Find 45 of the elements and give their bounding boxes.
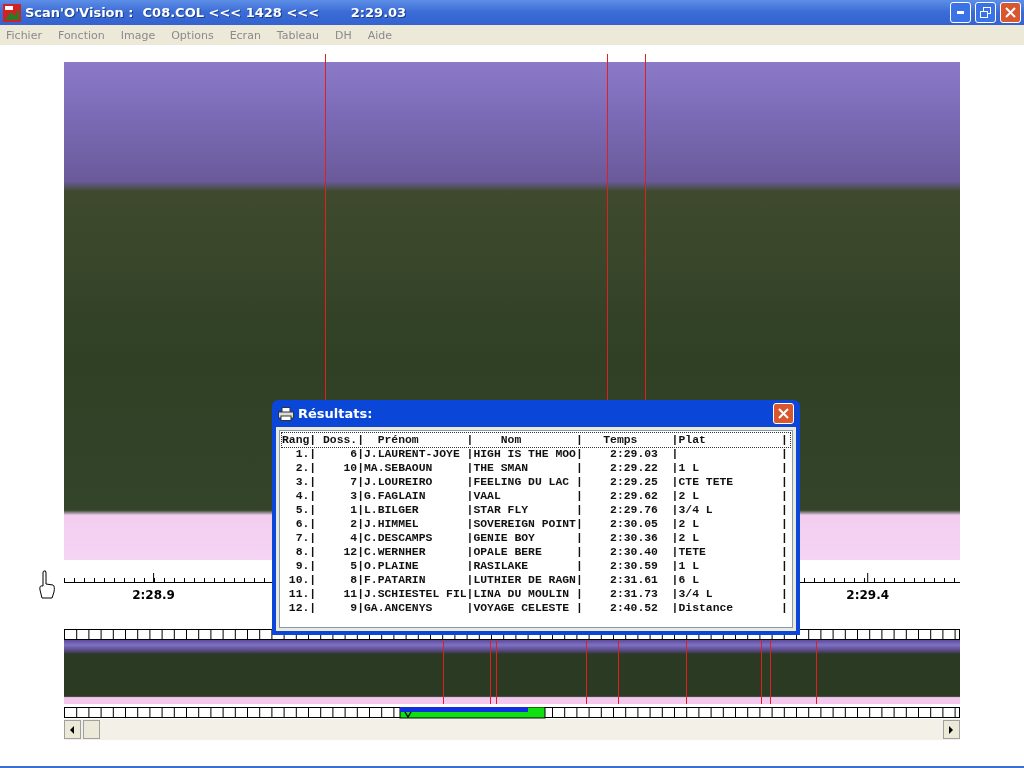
horizontal-scrollbar[interactable] [64, 719, 960, 740]
minimize-button[interactable] [950, 2, 971, 23]
results-row[interactable]: 2.| 10|MA.SEBAOUN |THE SMAN | 2:29.22 |1 L | [282, 461, 790, 475]
right-arrow-icon [949, 725, 954, 734]
results-row[interactable]: 3.| 7|J.LOUREIRO |FEELING DU LAC | 2:29.25 |CTE TETE | [282, 475, 790, 489]
scroll-left-button[interactable] [64, 720, 81, 739]
results-row[interactable]: 9.| 5|O.PLAINE |RASILAKE | 2:30.59 |1 L | [282, 559, 790, 573]
finish-marker-line [586, 640, 587, 704]
close-button[interactable] [1000, 2, 1021, 23]
finish-marker-line [496, 640, 497, 704]
results-row[interactable]: 10.| 8|F.PATARIN |LUTHIER DE RAGN| 2:31.61 |6 L | [282, 573, 790, 587]
results-row[interactable]: 4.| 3|G.FAGLAIN |VAAL | 2:29.62 |2 L | [282, 489, 790, 503]
scroll-right-button[interactable] [943, 720, 960, 739]
close-icon [1005, 7, 1016, 18]
minimize-icon [957, 11, 964, 14]
restore-button[interactable] [975, 2, 996, 23]
time-label: 2:28.9 [132, 588, 175, 602]
finish-marker-line [618, 640, 619, 704]
results-row[interactable]: 6.| 2|J.HIMMEL |SOVEREIGN POINT| 2:30.05 |2 L | [282, 517, 790, 531]
time-label: 2:29.4 [846, 588, 890, 602]
view-window-bar[interactable] [399, 707, 546, 719]
pointing-hand-icon[interactable] [38, 570, 56, 600]
finish-marker-line [443, 640, 444, 704]
finish-marker-line [761, 640, 762, 704]
app-logo-icon [3, 3, 21, 22]
results-row[interactable]: 11.| 11|J.SCHIESTEL FIL|LINA DU MOULIN | 2:31.73 |3/4 L | [282, 587, 790, 601]
results-row[interactable]: 5.| 1|L.BILGER |STAR FLY | 2:29.76 |3/4 L | [282, 503, 790, 517]
restore-icon [980, 7, 991, 18]
close-button[interactable] [773, 403, 794, 424]
finish-marker-line [770, 640, 771, 704]
finish-marker-line [686, 640, 687, 704]
close-icon [778, 408, 789, 419]
results-row[interactable]: 12.| 9|GA.ANCENYS |VOYAGE CELESTE | 2:40.52 |Distance | [282, 601, 790, 615]
printer-icon [278, 406, 294, 421]
left-arrow-icon [70, 725, 75, 734]
caret-icon [404, 711, 412, 719]
results-row[interactable]: 8.| 12|C.WERNHER |OPALE BERE | 2:30.40 |TETE | [282, 545, 790, 559]
results-row[interactable]: 1.| 6|J.LAURENT-JOYE |HIGH IS THE MOO| 2:29.03 | | [282, 447, 790, 461]
scroll-thumb[interactable] [83, 720, 100, 739]
dialog-title: Résultats: [298, 406, 374, 421]
window-title: Scan'O'Vision : C08.COL <<< 1428 <<< 2:29.03 [25, 5, 408, 20]
finish-marker-line [816, 640, 817, 704]
finish-marker-line [490, 640, 491, 704]
results-row[interactable]: 7.| 4|C.DESCAMPS |GENIE BOY | 2:30.36 |2 L | [282, 531, 790, 545]
results-header: Rang| Doss.| Prénom | Nom | Temps |Plat | [282, 433, 790, 447]
